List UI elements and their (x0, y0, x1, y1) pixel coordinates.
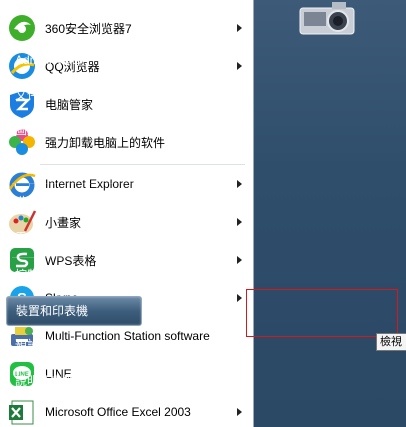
right-pane (254, 0, 406, 427)
separator (12, 183, 144, 184)
submenu-arrow-icon (237, 408, 242, 416)
start-menu: 360安全浏览器7 QQ浏览器 电脑管家 强力卸载电脑上的软件 Internet… (0, 0, 406, 427)
tooltip: 檢視 (376, 333, 406, 351)
help-and-support-link[interactable]: 說明及支援 (12, 370, 144, 392)
submenu-arrow-icon (237, 218, 242, 226)
games-link[interactable]: 遊樂場 (12, 191, 144, 213)
control-panel-link[interactable]: 控制台 (12, 264, 144, 286)
separator (12, 257, 144, 258)
submenu-arrow-icon (237, 294, 242, 302)
highlight-annotation-box (246, 289, 398, 337)
submenu-arrow-icon (237, 62, 242, 70)
pictures-link[interactable]: 圖片 (12, 119, 144, 141)
program-label: 360安全浏览器7 (45, 21, 132, 36)
program-label: Internet Explorer (45, 177, 134, 191)
program-item-360-browser[interactable]: 360安全浏览器7 (4, 9, 248, 47)
devices-and-printers-link[interactable]: 裝置和印表機 (6, 296, 142, 326)
computer-link[interactable]: 電腦 (12, 227, 144, 249)
submenu-arrow-icon (237, 180, 242, 188)
submenu-arrow-icon (237, 24, 242, 32)
360-browser-icon (6, 12, 38, 44)
default-programs-link[interactable]: 預設程式 (12, 334, 144, 356)
music-link[interactable]: 音樂 (12, 153, 144, 175)
documents-link[interactable]: 文件 (12, 84, 144, 106)
user-name-link[interactable]: Administrator (12, 49, 144, 71)
program-item-excel-2003[interactable]: Microsoft Office Excel 2003 (4, 393, 248, 427)
devices-camera-picture-icon (299, 2, 355, 35)
submenu-arrow-icon (237, 256, 242, 264)
excel-icon (6, 396, 38, 427)
program-label: Microsoft Office Excel 2003 (45, 405, 191, 419)
